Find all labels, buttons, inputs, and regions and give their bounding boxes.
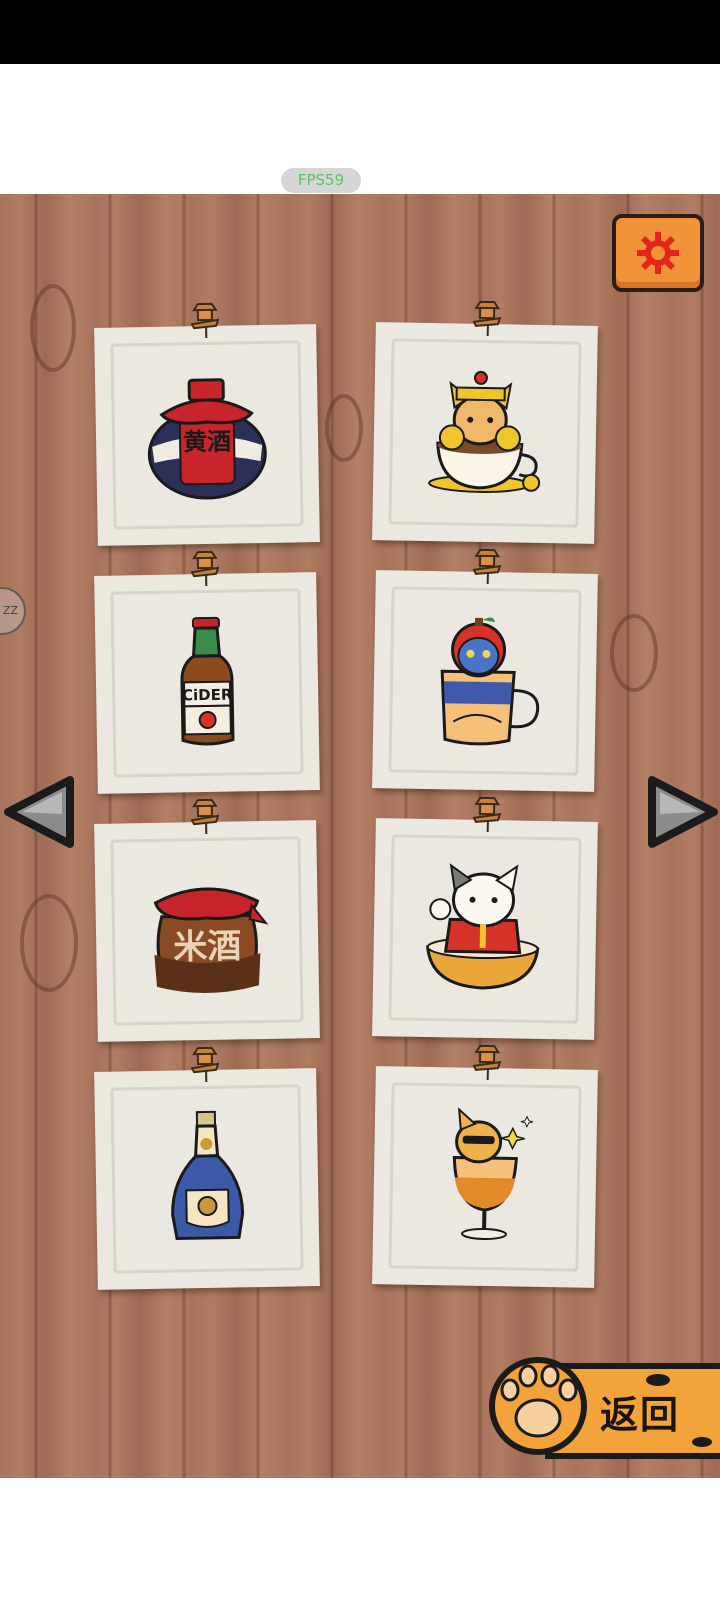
settings-button[interactable]: [612, 214, 704, 292]
fps-counter: FPS59: [281, 168, 361, 193]
return-button-label: 返回: [600, 1393, 681, 1437]
previous-page-button[interactable]: [0, 774, 76, 850]
side-tab-label: ZZ: [2, 604, 18, 617]
collection-card-3[interactable]: CiDER: [94, 550, 320, 794]
status-bar: [0, 0, 720, 64]
collection-card-4[interactable]: [372, 548, 598, 792]
golden-cat-in-teacup-icon: [428, 370, 541, 493]
pushpin-icon: [190, 1046, 220, 1083]
wood-knot: [610, 614, 658, 692]
collection-card-2[interactable]: [372, 300, 598, 544]
collection-card-7[interactable]: [94, 1046, 320, 1290]
pushpin-icon: [472, 548, 502, 585]
pushpin-icon: [472, 300, 502, 337]
rice-wine-jar-icon: 米酒: [153, 887, 269, 994]
calico-cat-in-bowl-icon: [426, 863, 540, 990]
pushpin-icon: [190, 798, 220, 835]
paw-icon: [489, 1357, 587, 1455]
shiba-in-glass-icon: [452, 1107, 534, 1241]
pushpin-icon: [472, 796, 502, 833]
collection-board: ZZ 黄酒 CiDER 米酒 返回: [0, 194, 720, 1478]
wood-knot: [20, 894, 78, 992]
wood-knot: [325, 394, 363, 462]
jar-label: 米酒: [173, 926, 242, 967]
collection-card-6[interactable]: [372, 796, 598, 1040]
bottle-label: CiDER: [182, 686, 233, 705]
cider-bottle-icon: CiDER: [180, 616, 235, 746]
wood-knot: [30, 284, 76, 372]
blue-liquor-bottle-icon: [171, 1110, 245, 1241]
next-page-button[interactable]: [646, 774, 720, 850]
collection-card-8[interactable]: [372, 1044, 598, 1288]
jar-label: 黄酒: [183, 428, 231, 457]
yellow-wine-jar-icon: 黄酒: [147, 378, 267, 500]
collection-card-1[interactable]: 黄酒: [94, 302, 320, 546]
pushpin-icon: [472, 1044, 502, 1081]
pushpin-icon: [190, 302, 220, 339]
gear-icon: [637, 232, 679, 274]
pushpin-icon: [190, 550, 220, 587]
collection-card-5[interactable]: 米酒: [94, 798, 320, 1042]
floating-side-tab[interactable]: ZZ: [0, 587, 26, 635]
blue-cat-in-mug-icon: [440, 617, 540, 746]
